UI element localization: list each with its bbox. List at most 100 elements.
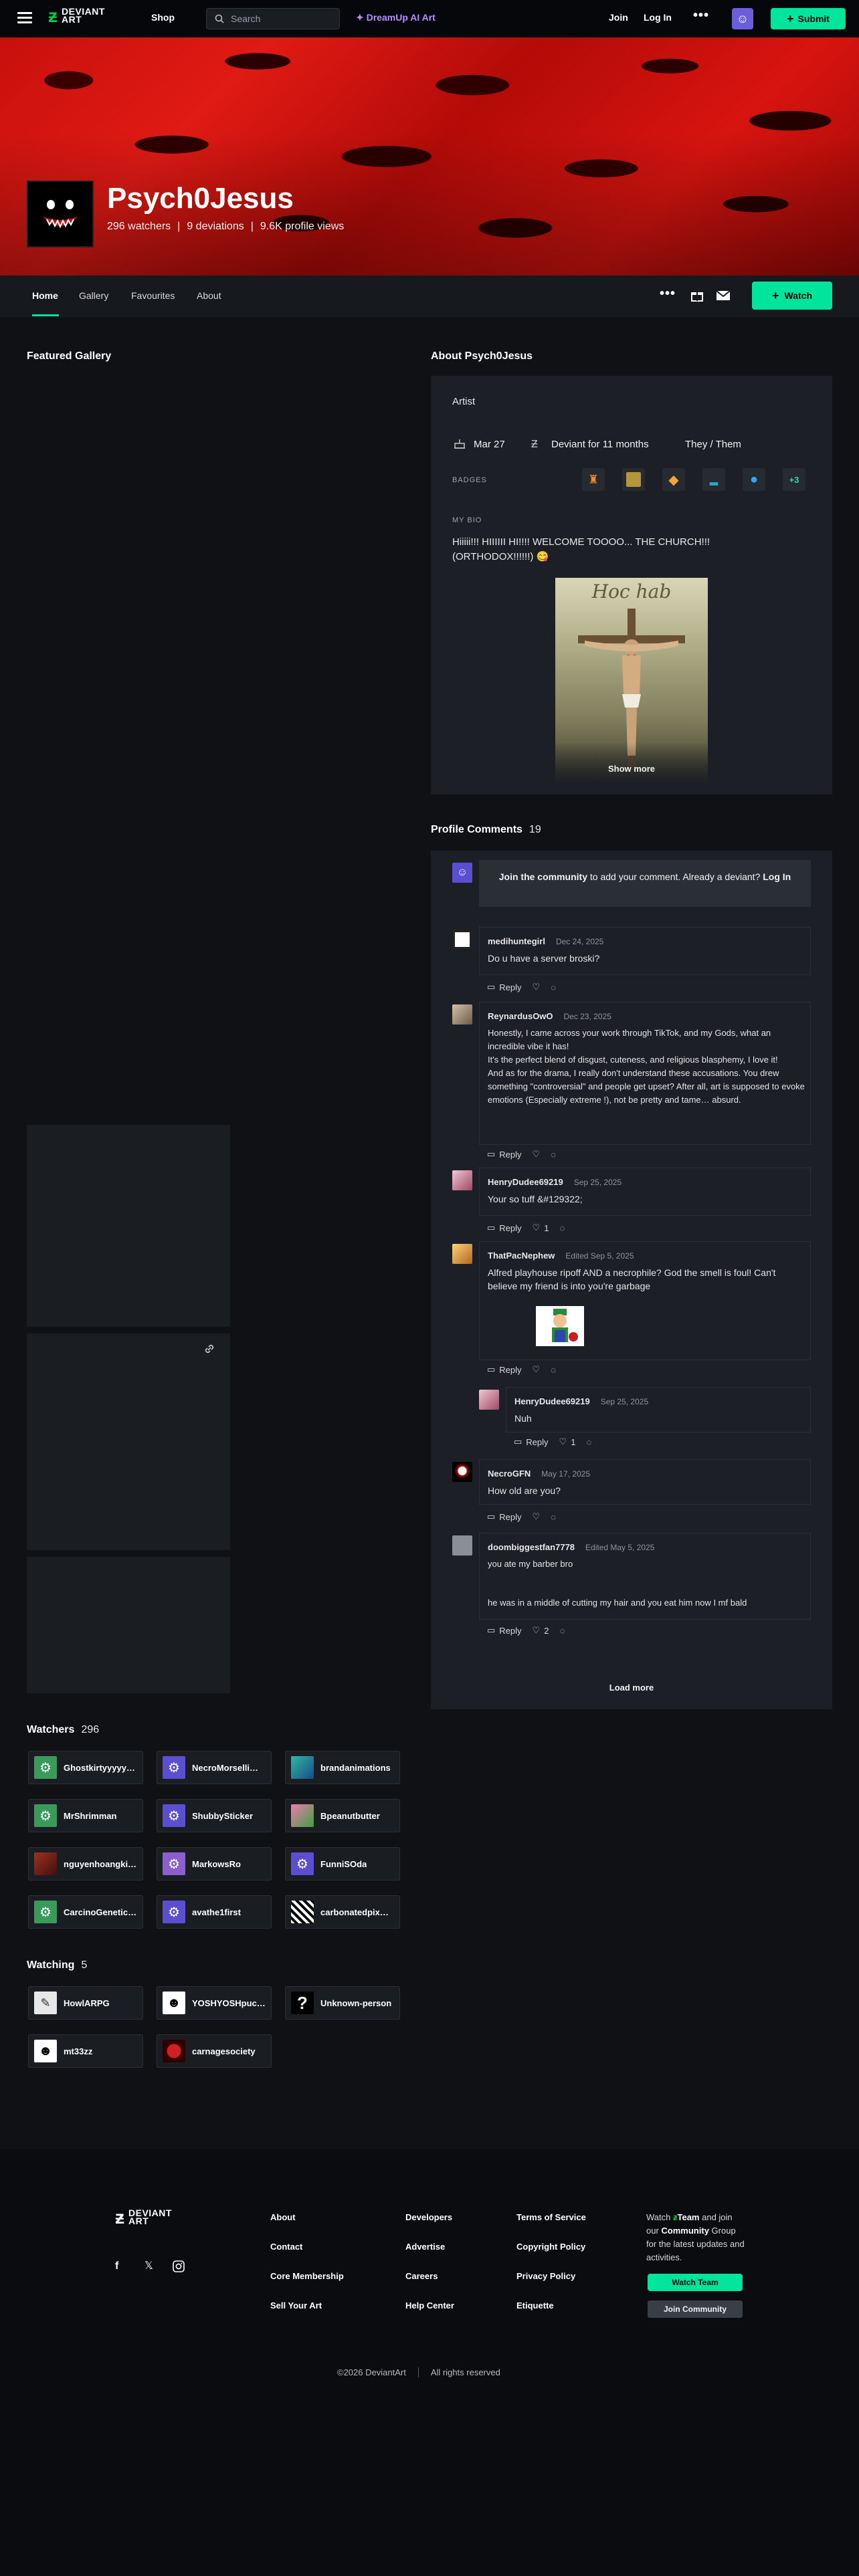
- tab-about[interactable]: About: [197, 290, 221, 301]
- deviantart-logo[interactable]: ƶ DEVIANT ART: [115, 2208, 172, 2227]
- watcher-chip[interactable]: ⚙ avathe1first: [157, 1895, 272, 1929]
- watcher-chip[interactable]: ⚙ NecroMorselli…: [157, 1751, 272, 1784]
- login-link[interactable]: Log In: [644, 12, 672, 23]
- user-avatar-button[interactable]: ☺: [732, 8, 753, 29]
- comment-sticker-image[interactable]: [536, 1306, 584, 1346]
- watcher-chip[interactable]: carbonatedpix…: [285, 1895, 400, 1929]
- comment-date[interactable]: Dec 24, 2025: [556, 937, 603, 946]
- comment-date[interactable]: Edited Sep 5, 2025: [565, 1251, 634, 1261]
- commenter-avatar[interactable]: [452, 930, 472, 950]
- like-button[interactable]: ♡ 1: [559, 1436, 576, 1447]
- commenter-avatar[interactable]: [452, 1462, 472, 1482]
- footer-link-sell-your-art[interactable]: Sell Your Art: [270, 2300, 322, 2311]
- badge-circle-icon[interactable]: ●: [743, 468, 765, 491]
- footer-link-core-membership[interactable]: Core Membership: [270, 2271, 344, 2281]
- shop-link[interactable]: Shop: [151, 12, 175, 23]
- search-box[interactable]: [206, 8, 340, 29]
- like-icon[interactable]: ♡: [533, 982, 541, 992]
- like-button[interactable]: ♡ 2: [533, 1625, 549, 1636]
- more-options-icon[interactable]: •••: [693, 8, 709, 23]
- commenter-avatar[interactable]: [479, 1390, 499, 1410]
- react-icon[interactable]: ◌: [559, 1626, 565, 1636]
- react-icon[interactable]: ◌: [586, 1437, 591, 1447]
- comment-author[interactable]: ReynardusOwO: [488, 1011, 553, 1021]
- comment-date[interactable]: Sep 25, 2025: [601, 1397, 648, 1406]
- footer-link-etiquette[interactable]: Etiquette: [516, 2300, 554, 2311]
- reply-button[interactable]: ▭ Reply: [487, 982, 522, 992]
- badge-water-icon[interactable]: ▂: [702, 468, 725, 491]
- like-icon[interactable]: ♡: [533, 1149, 541, 1160]
- comment-author[interactable]: HenryDudee69219: [514, 1396, 590, 1406]
- deviantart-logo[interactable]: ƶ DEVIANT ART: [48, 7, 105, 25]
- x-twitter-icon[interactable]: 𝕏: [145, 2259, 153, 2272]
- watcher-chip[interactable]: nguyenhoangki…: [28, 1847, 143, 1881]
- commenter-avatar[interactable]: [452, 1004, 472, 1025]
- show-more-button[interactable]: Show more: [431, 764, 832, 774]
- comment-author[interactable]: ThatPacNephew: [488, 1251, 555, 1261]
- community-link[interactable]: Community: [661, 2226, 709, 2236]
- react-icon[interactable]: ◌: [551, 1150, 556, 1160]
- profile-avatar[interactable]: [27, 181, 94, 247]
- footer-link-about[interactable]: About: [270, 2212, 296, 2222]
- submit-button[interactable]: + Submit: [771, 8, 846, 29]
- like-button[interactable]: ♡ 1: [533, 1222, 549, 1233]
- gallery-item[interactable]: [27, 1125, 230, 1327]
- more-options-icon[interactable]: •••: [660, 286, 676, 302]
- commenter-avatar[interactable]: [452, 1244, 472, 1264]
- gift-icon[interactable]: [690, 289, 704, 302]
- join-community-button[interactable]: Join Community: [648, 2300, 743, 2318]
- footer-link-developers[interactable]: Developers: [405, 2212, 452, 2222]
- watcher-chip[interactable]: ⚙ FunniSOda: [285, 1847, 400, 1881]
- login-link[interactable]: Log In: [763, 871, 791, 882]
- comment-author[interactable]: NecroGFN: [488, 1469, 531, 1479]
- react-icon[interactable]: ◌: [559, 1223, 565, 1233]
- footer-link-privacy[interactable]: Privacy Policy: [516, 2271, 575, 2281]
- facebook-icon[interactable]: f: [115, 2260, 118, 2272]
- footer-link-help-center[interactable]: Help Center: [405, 2300, 454, 2311]
- footer-link-advertise[interactable]: Advertise: [405, 2242, 445, 2252]
- footer-link-contact[interactable]: Contact: [270, 2242, 302, 2252]
- comment-date[interactable]: Sep 25, 2025: [574, 1178, 622, 1187]
- reply-button[interactable]: ▭ Reply: [487, 1511, 522, 1522]
- footer-link-careers[interactable]: Careers: [405, 2271, 438, 2281]
- comment-date[interactable]: May 17, 2025: [541, 1469, 590, 1479]
- badge-frame-icon[interactable]: [622, 468, 645, 491]
- like-icon[interactable]: ♡: [533, 1364, 541, 1375]
- team-link[interactable]: Team: [677, 2212, 699, 2222]
- commenter-avatar[interactable]: [452, 1170, 472, 1190]
- join-link[interactable]: Join: [609, 12, 628, 23]
- comment-author[interactable]: HenryDudee69219: [488, 1177, 563, 1187]
- watcher-chip[interactable]: Bpeanutbutter: [285, 1799, 400, 1832]
- join-community-link[interactable]: Join the community: [499, 871, 587, 882]
- gallery-item[interactable]: [27, 1557, 230, 1693]
- footer-link-copyright[interactable]: Copyright Policy: [516, 2242, 585, 2252]
- instagram-icon[interactable]: [173, 2260, 185, 2272]
- tab-favourites[interactable]: Favourites: [131, 290, 175, 301]
- watching-chip[interactable]: ☻ mt33zz: [28, 2034, 143, 2068]
- dreamup-link[interactable]: ✦ DreamUp AI Art: [356, 12, 436, 23]
- search-input[interactable]: [231, 13, 324, 24]
- watcher-chip[interactable]: ⚙ ShubbySticker: [157, 1799, 272, 1832]
- hamburger-menu-icon[interactable]: [17, 12, 32, 23]
- reply-button[interactable]: ▭ Reply: [487, 1222, 522, 1233]
- react-icon[interactable]: ◌: [551, 1512, 556, 1522]
- reply-button[interactable]: ▭ Reply: [487, 1149, 522, 1160]
- reply-button[interactable]: ▭ Reply: [487, 1364, 522, 1375]
- tab-home[interactable]: Home: [32, 290, 58, 301]
- reply-button[interactable]: ▭ Reply: [487, 1625, 522, 1636]
- watching-chip[interactable]: ? Unknown-person: [285, 1986, 400, 2020]
- comment-date[interactable]: Dec 23, 2025: [564, 1012, 611, 1021]
- load-more-button[interactable]: Load more: [431, 1683, 832, 1693]
- watcher-chip[interactable]: ⚙ Ghostkirtyyyyy…: [28, 1751, 143, 1784]
- footer-link-terms[interactable]: Terms of Service: [516, 2212, 586, 2222]
- watcher-chip[interactable]: ⚙ MarkowsRo: [157, 1847, 272, 1881]
- watcher-chip[interactable]: ⚙ CarcinoGenetic…: [28, 1895, 143, 1929]
- react-icon[interactable]: ◌: [551, 1365, 556, 1375]
- commenter-avatar[interactable]: [452, 1535, 472, 1555]
- watcher-chip[interactable]: brandanimations: [285, 1751, 400, 1784]
- badge-llama-icon[interactable]: ♜: [582, 468, 605, 491]
- react-icon[interactable]: ◌: [551, 982, 556, 992]
- watchers-count[interactable]: 296 watchers: [107, 221, 171, 233]
- comment-author[interactable]: medihuntegirl: [488, 936, 545, 946]
- message-icon[interactable]: [716, 290, 731, 302]
